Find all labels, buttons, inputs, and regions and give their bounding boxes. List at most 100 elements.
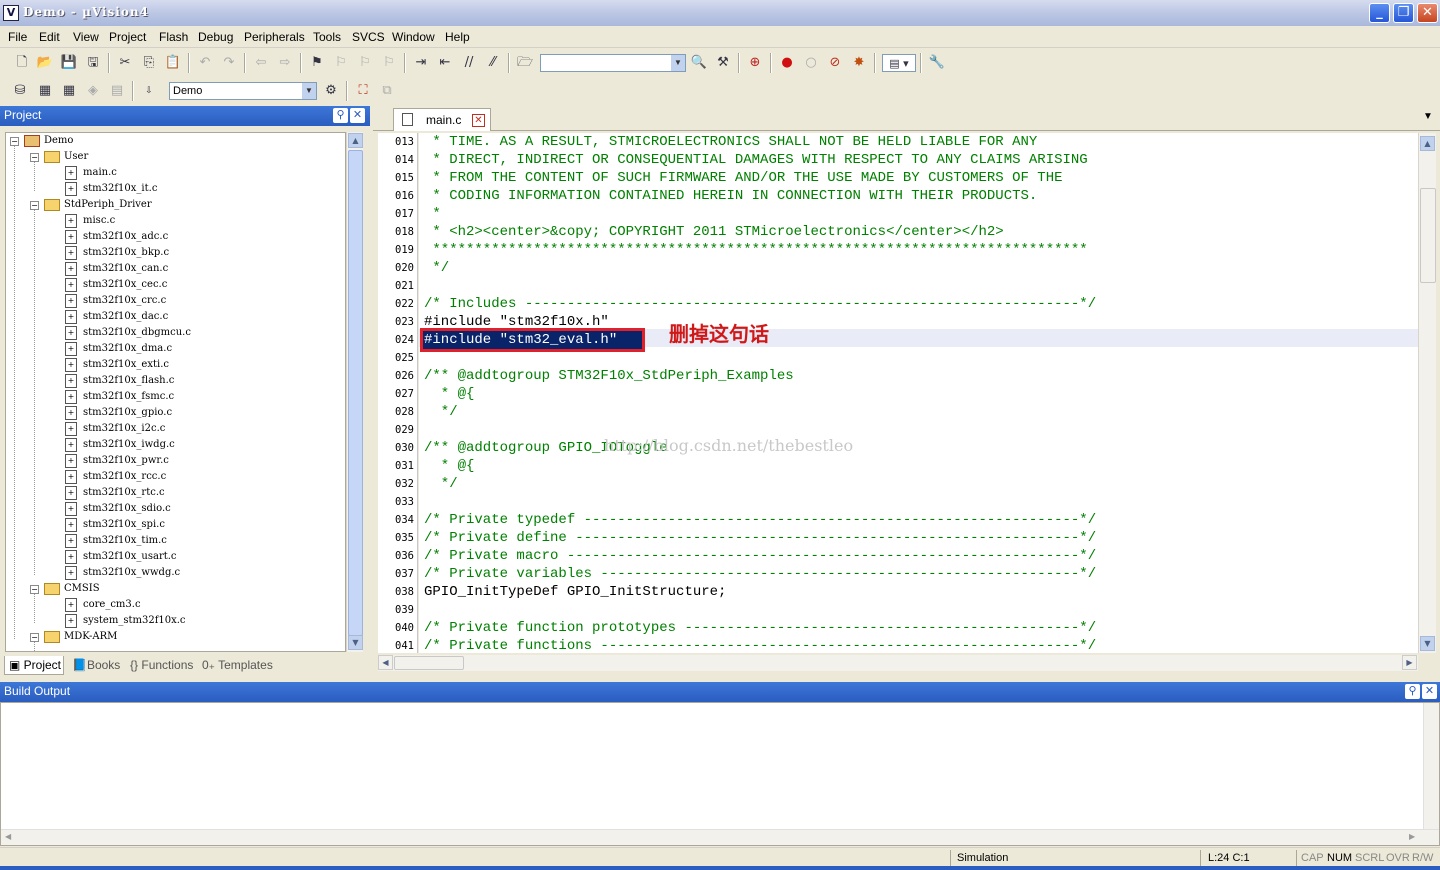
find-icon[interactable]: 🔍 — [690, 54, 708, 72]
target-options-icon[interactable]: ⚙ — [322, 82, 340, 100]
close-button[interactable]: ✕ — [1417, 3, 1438, 23]
scroll-left-icon[interactable]: ◀ — [5, 832, 11, 841]
batch-build-icon[interactable]: ◈ — [84, 82, 102, 100]
code-editor[interactable]: * TIME. AS A RESULT, STMICROELECTRONICS … — [419, 133, 1418, 653]
save-icon[interactable]: 💾 — [60, 54, 78, 72]
scroll-right-icon[interactable]: ▶ — [1402, 655, 1417, 670]
new-file-icon[interactable]: 🗋 — [13, 54, 31, 72]
code-line: /* Private functions -------------------… — [424, 638, 1097, 653]
tab-main-c[interactable]: main.c ✕ — [393, 108, 491, 131]
redo-icon[interactable]: ↷ — [220, 54, 238, 72]
clear-bookmarks-icon[interactable]: ⚐ — [380, 54, 398, 72]
menu-debug[interactable]: Debug — [198, 30, 233, 44]
next-bookmark-icon[interactable]: ⚐ — [356, 54, 374, 72]
code-line: */ — [424, 476, 458, 492]
build-output-scrollbar[interactable] — [1423, 703, 1439, 829]
uvision-app-icon[interactable]: V — [3, 5, 19, 21]
rebuild-icon[interactable]: ▦ — [60, 82, 78, 100]
menu-window[interactable]: Window — [392, 30, 435, 44]
insert-breakpoint-icon[interactable]: ● — [778, 54, 796, 72]
open-file-icon[interactable]: 📂 — [36, 54, 54, 72]
scroll-right-icon[interactable]: ▶ — [1409, 832, 1415, 841]
collapse-icon[interactable]: − — [10, 137, 19, 146]
build-output-window[interactable]: ◀ ▶ — [0, 702, 1440, 846]
menu-edit[interactable]: Edit — [39, 30, 60, 44]
incremental-find-icon[interactable]: ⚒ — [714, 54, 732, 72]
editor-vertical-scrollbar[interactable]: ▲ ▼ — [1418, 133, 1436, 653]
minimize-button[interactable]: _ — [1369, 3, 1390, 23]
collapse-icon[interactable]: − — [30, 153, 39, 162]
stop-build-icon[interactable]: ▤ — [108, 82, 126, 100]
paste-icon[interactable]: 📋 — [164, 54, 182, 72]
copy-icon[interactable]: ⎘ — [140, 54, 158, 72]
indent-icon[interactable]: ⇥ — [412, 54, 430, 72]
tree-item-label: system_stm32f10x.c — [83, 615, 186, 626]
window-layout-icon[interactable]: ▤ ▾ — [882, 54, 916, 72]
kill-breakpoints-icon[interactable]: ✸ — [850, 54, 868, 72]
file-icon: + — [65, 294, 77, 308]
menu-tools[interactable]: Tools — [313, 30, 341, 44]
comment-icon[interactable]: // — [460, 54, 478, 72]
menu-flash[interactable]: Flash — [159, 30, 188, 44]
menu-peripherals[interactable]: Peripherals — [244, 30, 305, 44]
configure-icon[interactable]: 🔧 — [928, 54, 946, 72]
navigate-forward-icon[interactable]: ⇨ — [276, 54, 294, 72]
maximize-button[interactable]: ❐ — [1393, 3, 1414, 23]
start-debug-icon[interactable]: ⊕ — [746, 54, 764, 72]
menu-svcs[interactable]: SVCS — [352, 30, 385, 44]
collapse-icon[interactable]: − — [30, 585, 39, 594]
tab-templates[interactable]: 0₊ Templates — [198, 656, 276, 675]
enable-breakpoint-icon[interactable]: ○ — [802, 54, 820, 72]
scroll-down-icon[interactable]: ▼ — [1420, 636, 1435, 651]
tab-books[interactable]: 📘Books — [68, 656, 124, 675]
scroll-thumb[interactable] — [394, 656, 464, 670]
code-line: * <h2><center>&copy; COPYRIGHT 2011 STMi… — [424, 224, 1004, 240]
collapse-icon[interactable]: − — [30, 633, 39, 642]
tab-list-chevron-icon[interactable]: ▼ — [1423, 111, 1433, 122]
save-all-icon[interactable]: 🖫 — [84, 54, 102, 72]
uncomment-icon[interactable]: ⁄⁄ — [484, 54, 502, 72]
disable-breakpoints-icon[interactable]: ⊘ — [826, 54, 844, 72]
navigate-back-icon[interactable]: ⇦ — [252, 54, 270, 72]
manage-components-icon[interactable]: ⛶ — [354, 82, 372, 100]
undo-icon[interactable]: ↶ — [196, 54, 214, 72]
selected-include-line[interactable]: #include "stm32_eval.h" — [424, 331, 617, 349]
pin-icon[interactable]: ⚲ — [333, 108, 348, 123]
target-select[interactable]: Demo ▼ — [169, 82, 317, 100]
chevron-down-icon[interactable]: ▼ — [302, 83, 316, 99]
build-toolbar: ⛁ ▦ ▦ ◈ ▤ ⇩ Demo ▼ ⚙ ⛶ ⧉ — [0, 77, 1440, 105]
close-tab-icon[interactable]: ✕ — [472, 114, 485, 127]
multi-project-icon[interactable]: ⧉ — [378, 82, 396, 100]
collapse-icon[interactable]: − — [30, 201, 39, 210]
translate-icon[interactable]: ⛁ — [11, 82, 29, 100]
bookmark-icon[interactable]: ⚑ — [308, 54, 326, 72]
find-combo[interactable]: ▼ — [540, 54, 686, 72]
find-in-files-icon[interactable]: 🗁 — [516, 54, 534, 72]
close-icon[interactable]: ✕ — [1422, 684, 1437, 699]
menu-project[interactable]: Project — [109, 30, 146, 44]
build-icon[interactable]: ▦ — [36, 82, 54, 100]
scroll-up-icon[interactable]: ▲ — [348, 133, 363, 148]
prev-bookmark-icon[interactable]: ⚐ — [332, 54, 350, 72]
scroll-thumb[interactable] — [1420, 188, 1436, 283]
scroll-left-icon[interactable]: ◀ — [378, 655, 393, 670]
menu-file[interactable]: File — [8, 30, 27, 44]
menu-view[interactable]: View — [73, 30, 99, 44]
tab-project[interactable]: ▣ Project — [4, 656, 64, 675]
scroll-down-icon[interactable]: ▼ — [348, 635, 363, 650]
build-output-hscrollbar[interactable]: ◀ ▶ — [1, 829, 1439, 845]
chevron-down-icon[interactable]: ▼ — [671, 55, 685, 71]
scroll-up-icon[interactable]: ▲ — [1420, 136, 1435, 151]
cut-icon[interactable]: ✂ — [116, 54, 134, 72]
menu-help[interactable]: Help — [445, 30, 470, 44]
pin-icon[interactable]: ⚲ — [1405, 684, 1420, 699]
close-icon[interactable]: ✕ — [350, 108, 365, 123]
line-number: 040 — [395, 622, 414, 634]
tab-functions[interactable]: {} Functions — [126, 656, 196, 675]
unindent-icon[interactable]: ⇤ — [436, 54, 454, 72]
project-tree-scrollbar[interactable]: ▲ ▼ — [346, 132, 363, 652]
scroll-thumb[interactable] — [348, 150, 363, 636]
download-icon[interactable]: ⇩ — [140, 82, 158, 100]
editor-horizontal-scrollbar[interactable]: ◀ ▶ — [378, 655, 1418, 671]
code-line: /* Private typedef ---------------------… — [424, 512, 1097, 528]
